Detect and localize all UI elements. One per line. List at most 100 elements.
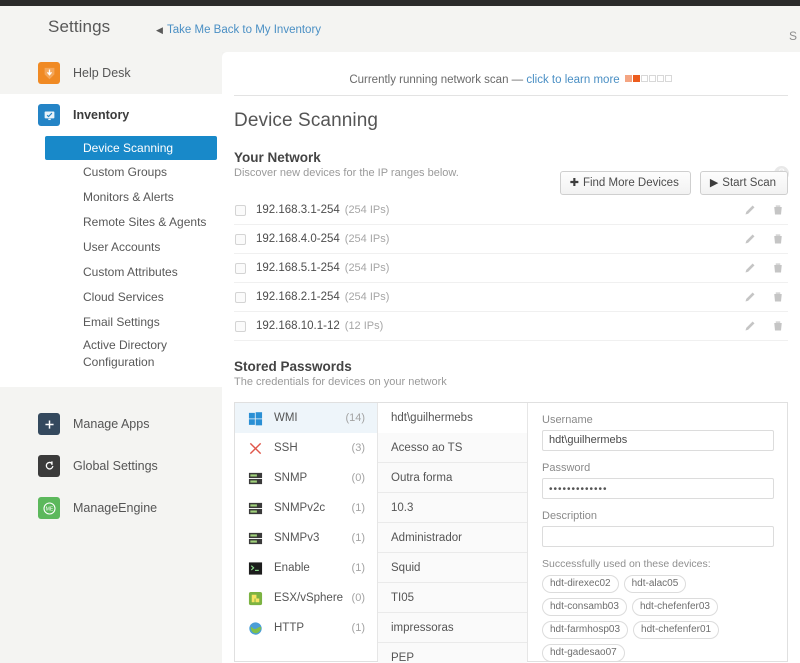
- list-item[interactable]: Administrador: [378, 523, 527, 553]
- row-checkbox[interactable]: [235, 262, 246, 274]
- description-field[interactable]: [542, 526, 774, 547]
- device-tag: hdt-farmhosp03: [542, 621, 629, 639]
- list-item[interactable]: hdt\guilhermebs: [378, 403, 527, 433]
- sidebar-item-remote-sites-agents[interactable]: Remote Sites & Agents: [0, 210, 222, 235]
- row-checkbox[interactable]: [235, 320, 246, 332]
- row-checkbox[interactable]: [235, 204, 246, 216]
- device-tag: hdt-gadesao07: [542, 644, 625, 662]
- protocol-list: WMI (14) SSH (3) SNMP (0) SNMPv2c (1) SN…: [235, 403, 378, 661]
- ip-count-label: (254 IPs): [344, 204, 390, 216]
- password-field[interactable]: •••••••••••••: [542, 478, 774, 499]
- username-label: Username: [542, 414, 593, 426]
- credential-detail-panel: Username hdt\guilhermebs Password ••••••…: [528, 403, 787, 662]
- password-label: Password: [542, 462, 591, 474]
- sidebar-item-manage-apps[interactable]: Manage Apps: [0, 403, 222, 445]
- protocol-item-snmp[interactable]: SNMP (0): [235, 463, 377, 493]
- row-actions: [744, 204, 787, 216]
- find-more-devices-button[interactable]: ✚ Find More Devices: [559, 171, 691, 195]
- ip-count-label: (254 IPs): [344, 291, 390, 303]
- protocol-item-wmi[interactable]: WMI (14): [235, 403, 377, 433]
- ip-count-label: (254 IPs): [344, 233, 390, 245]
- edit-icon[interactable]: [744, 291, 756, 303]
- sidebar-item-monitors-alerts[interactable]: Monitors & Alerts: [0, 185, 222, 210]
- sidebar-item-cloud-services[interactable]: Cloud Services: [0, 285, 222, 310]
- nav-group-help-desk: Help Desk: [0, 52, 222, 94]
- esx-icon: [247, 590, 264, 607]
- list-item[interactable]: 10.3: [378, 493, 527, 523]
- protocol-item-ssh[interactable]: SSH (3): [235, 433, 377, 463]
- protocol-item-snmpv2c[interactable]: SNMPv2c (1): [235, 493, 377, 523]
- edit-icon[interactable]: [744, 233, 756, 245]
- protocol-count: (14): [345, 412, 365, 424]
- delete-icon[interactable]: [772, 204, 784, 216]
- delete-icon[interactable]: [772, 320, 784, 332]
- edit-icon[interactable]: [744, 262, 756, 274]
- back-to-inventory-link[interactable]: Take Me Back to My Inventory: [167, 24, 321, 36]
- sidebar-item-device-scanning[interactable]: Device Scanning: [45, 136, 217, 160]
- sidebar-item-help-desk[interactable]: Help Desk: [0, 52, 222, 94]
- server-icon: [247, 500, 264, 517]
- sidebar-item-manageengine[interactable]: ME ManageEngine: [0, 487, 222, 529]
- pip-6: [664, 75, 672, 82]
- manageengine-icon: ME: [38, 497, 60, 519]
- sidebar-item-custom-groups[interactable]: Custom Groups: [0, 160, 222, 185]
- sidebar-item-global-settings[interactable]: Global Settings: [0, 445, 222, 487]
- protocol-count: (3): [351, 442, 365, 454]
- sidebar-item-inventory[interactable]: Inventory: [0, 94, 222, 136]
- protocol-count: (0): [351, 592, 365, 604]
- sidebar-item-manageengine-label: ManageEngine: [73, 501, 158, 515]
- list-item[interactable]: Outra forma: [378, 463, 527, 493]
- sidebar-item-email-settings[interactable]: Email Settings: [0, 310, 222, 335]
- settings-page: Settings ◀ Take Me Back to My Inventory …: [0, 0, 800, 663]
- sidebar-item-user-accounts[interactable]: User Accounts: [0, 235, 222, 260]
- server-icon: [247, 470, 264, 487]
- protocol-label: WMI: [274, 412, 298, 424]
- list-item[interactable]: Acesso ao TS: [378, 433, 527, 463]
- plus-icon: ✚: [569, 177, 579, 189]
- start-scan-button[interactable]: ▶ Start Scan: [699, 171, 788, 195]
- page-title: Device Scanning: [234, 110, 379, 131]
- plus-icon: [38, 413, 60, 435]
- list-item[interactable]: PEP: [378, 643, 527, 663]
- delete-icon[interactable]: [772, 233, 784, 245]
- ip-range-label: 192.168.4.0-254: [256, 233, 340, 245]
- ssh-x-icon: [247, 440, 264, 457]
- protocol-label: Enable: [274, 562, 310, 574]
- protocol-count: (1): [351, 622, 365, 634]
- table-row[interactable]: 192.168.2.1-254 (254 IPs): [234, 283, 788, 312]
- protocol-count: (0): [351, 472, 365, 484]
- sidebar-item-custom-attributes[interactable]: Custom Attributes: [0, 260, 222, 285]
- delete-icon[interactable]: [772, 291, 784, 303]
- sidebar-item-help-desk-label: Help Desk: [73, 66, 131, 80]
- list-item[interactable]: Squid: [378, 553, 527, 583]
- protocol-item-http[interactable]: HTTP (1): [235, 613, 377, 643]
- shield-download-icon: [38, 62, 60, 84]
- table-row[interactable]: 192.168.4.0-254 (254 IPs): [234, 225, 788, 254]
- row-checkbox[interactable]: [235, 291, 246, 303]
- device-tag: hdt-alac05: [623, 575, 687, 593]
- scan-learn-more-link[interactable]: click to learn more: [526, 74, 619, 86]
- protocol-count: (1): [351, 562, 365, 574]
- page-title-settings: Settings: [48, 17, 111, 36]
- username-field[interactable]: hdt\guilhermebs: [542, 430, 774, 451]
- edit-icon[interactable]: [744, 320, 756, 332]
- table-row[interactable]: 192.168.10.1-12 (12 IPs): [234, 312, 788, 341]
- row-checkbox[interactable]: [235, 233, 246, 245]
- protocol-count: (1): [351, 502, 365, 514]
- list-item[interactable]: impressoras: [378, 613, 527, 643]
- edit-icon[interactable]: [744, 204, 756, 216]
- sidebar-item-global-settings-label: Global Settings: [73, 459, 158, 473]
- list-item[interactable]: TI05: [378, 583, 527, 613]
- protocol-item-esx-vsphere[interactable]: ESX/vSphere (0): [235, 583, 377, 613]
- row-actions: [744, 320, 787, 332]
- protocol-item-enable[interactable]: Enable (1): [235, 553, 377, 583]
- protocol-label: SNMPv3: [274, 532, 320, 544]
- delete-icon[interactable]: [772, 262, 784, 274]
- ip-count-label: (12 IPs): [344, 320, 384, 332]
- sidebar-item-active-directory-configuration[interactable]: Active Directory Configuration: [0, 335, 222, 373]
- ip-range-label: 192.168.10.1-12: [256, 320, 340, 332]
- table-row[interactable]: 192.168.3.1-254 (254 IPs): [234, 196, 788, 225]
- table-row[interactable]: 192.168.5.1-254 (254 IPs): [234, 254, 788, 283]
- protocol-item-snmpv3[interactable]: SNMPv3 (1): [235, 523, 377, 553]
